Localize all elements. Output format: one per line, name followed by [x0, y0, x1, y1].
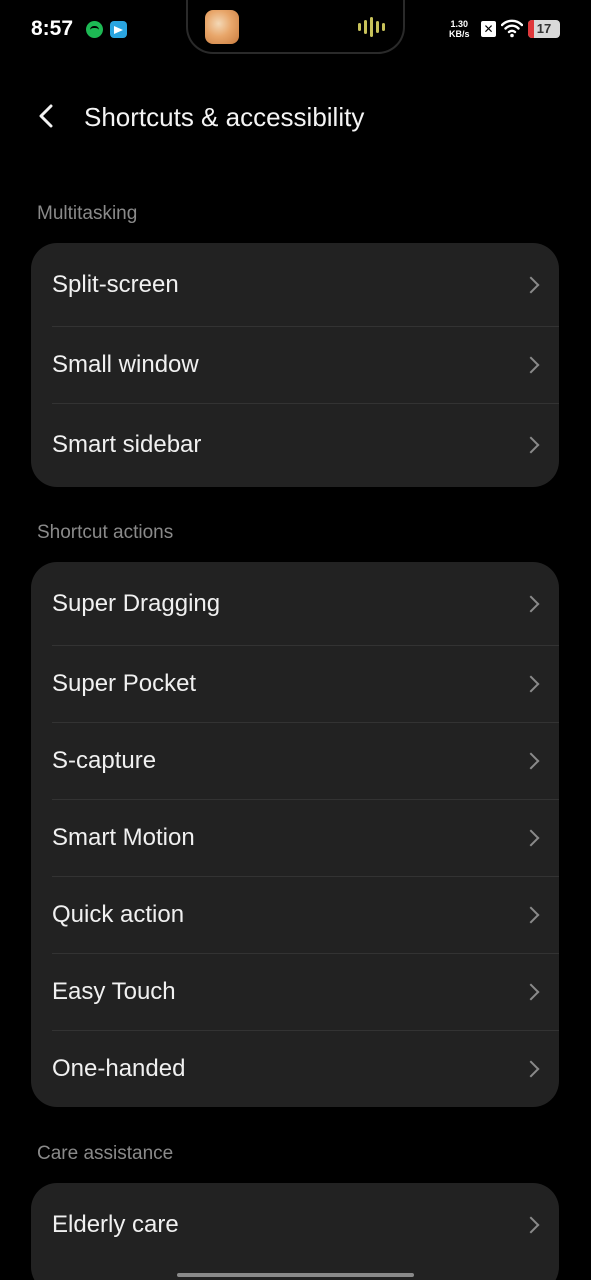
telegram-icon	[110, 21, 127, 38]
spotify-icon	[86, 21, 103, 38]
chevron-right-icon	[522, 1060, 540, 1077]
chevron-right-icon	[522, 983, 540, 1000]
settings-row-elderly-care[interactable]: Elderly care	[31, 1183, 559, 1267]
chevron-right-icon	[522, 675, 540, 692]
network-speed: 1.30 KB/s	[449, 19, 470, 39]
settings-row-label: Smart Motion	[52, 823, 195, 851]
settings-row-smart-motion[interactable]: Smart Motion	[31, 799, 559, 876]
page-title: Shortcuts & accessibility	[84, 102, 365, 132]
settings-row-smart-sidebar[interactable]: Smart sidebar	[31, 403, 559, 487]
section-label-care-assistance: Care assistance	[37, 1143, 174, 1164]
settings-row-label: S-capture	[52, 746, 157, 774]
status-time: 8:57	[31, 17, 74, 40]
settings-row-label: Small window	[52, 350, 199, 378]
media-art-icon	[205, 10, 239, 44]
chevron-right-icon	[522, 906, 540, 923]
settings-row-label: Quick action	[52, 900, 185, 928]
settings-row-split-screen[interactable]: Split-screen	[31, 243, 559, 326]
network-speed-unit: KB/s	[449, 29, 470, 39]
chevron-left-icon[interactable]	[30, 100, 62, 132]
settings-row-super-pocket[interactable]: Super Pocket	[31, 645, 559, 722]
card-care-assistance: Elderly care	[31, 1183, 559, 1280]
settings-row-label: One-handed	[52, 1054, 186, 1082]
network-speed-value: 1.30	[450, 19, 469, 29]
status-bar: 8:57 1.30 KB/s ✕ 17	[0, 0, 591, 60]
settings-row-small-window[interactable]: Small window	[31, 326, 559, 403]
wifi-icon	[501, 19, 523, 38]
chevron-right-icon	[522, 1216, 540, 1234]
settings-row-easy-touch[interactable]: Easy Touch	[31, 953, 559, 1030]
chevron-right-icon	[522, 595, 540, 612]
chevron-right-icon	[522, 276, 540, 293]
home-indicator[interactable]	[177, 1273, 414, 1277]
section-label-shortcut-actions: Shortcut actions	[37, 522, 174, 543]
settings-row-label: Elderly care	[52, 1211, 179, 1238]
card-multitasking: Split-screen Small window Smart sidebar	[31, 243, 559, 487]
settings-row-label: Super Pocket	[52, 669, 197, 697]
battery-level: 17	[536, 21, 552, 36]
chevron-right-icon	[522, 356, 540, 373]
section-label-multitasking: Multitasking	[37, 203, 138, 224]
page-header: Shortcuts & accessibility	[0, 82, 591, 150]
settings-row-s-capture[interactable]: S-capture	[31, 722, 559, 799]
settings-row-quick-action[interactable]: Quick action	[31, 876, 559, 953]
settings-row-label: Split-screen	[52, 270, 179, 298]
x-icon: ✕	[481, 21, 496, 37]
settings-row-label: Super Dragging	[52, 589, 221, 617]
settings-row-super-dragging[interactable]: Super Dragging	[31, 562, 559, 645]
settings-row-label: Smart sidebar	[52, 431, 202, 458]
chevron-right-icon	[522, 829, 540, 846]
dynamic-island[interactable]	[186, 0, 405, 54]
settings-row-one-handed[interactable]: One-handed	[31, 1030, 559, 1107]
chevron-right-icon	[522, 436, 540, 454]
audio-wave-icon	[358, 17, 385, 37]
settings-row-label: Easy Touch	[52, 977, 176, 1005]
battery-icon: 17	[528, 20, 560, 38]
chevron-right-icon	[522, 752, 540, 769]
card-shortcut-actions: Super Dragging Super Pocket S-capture Sm…	[31, 562, 559, 1107]
